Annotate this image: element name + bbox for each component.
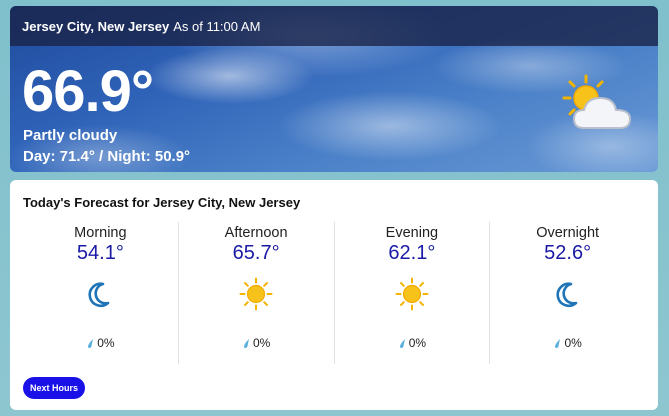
period-label: Morning <box>74 225 127 241</box>
forecast-title: Today's Forecast for Jersey City, New Je… <box>23 195 301 210</box>
precip-value: 0% <box>97 336 115 350</box>
period-temperature: 52.6° <box>544 242 592 264</box>
precip-value: 0% <box>408 336 427 350</box>
todays-forecast-card: Today's Forecast for Jersey City, New Je… <box>10 180 658 410</box>
raindrop-icon <box>88 338 94 348</box>
period-temperature: 62.1° <box>388 242 436 264</box>
precip-chance: 0% <box>23 336 178 350</box>
forecast-period-overnight[interactable]: Overnight 52.6° 0% <box>490 222 645 364</box>
current-temperature: 66.9° <box>22 59 154 124</box>
sun-icon <box>395 277 429 311</box>
current-condition: Partly cloudy <box>23 127 118 144</box>
day-night-temps: Day: 71.4° / Night: 50.9° <box>23 148 191 165</box>
raindrop-icon <box>399 338 405 348</box>
forecast-periods: Morning 54.1° 0% Afternoon 65.7° 0% Even… <box>23 222 645 364</box>
precip-value: 0% <box>252 336 271 350</box>
precip-chance: 0% <box>490 336 645 350</box>
as-of-time: As of 11:00 AM <box>173 18 261 34</box>
location-bar: Jersey City, New Jersey As of 11:00 AM <box>10 6 658 46</box>
forecast-period-morning[interactable]: Morning 54.1° 0% <box>23 222 179 364</box>
precip-value: 0% <box>564 336 582 350</box>
raindrop-icon <box>555 338 561 348</box>
raindrop-icon <box>243 338 249 348</box>
period-label: Evening <box>385 225 439 241</box>
partly-cloudy-icon <box>562 74 632 129</box>
next-hours-button[interactable]: Next Hours <box>23 377 85 399</box>
precip-chance: 0% <box>179 336 334 350</box>
moon-icon <box>88 282 110 308</box>
period-label: Overnight <box>536 225 600 241</box>
moon-icon <box>556 282 577 308</box>
current-conditions-card: Jersey City, New Jersey As of 11:00 AM 6… <box>10 6 658 172</box>
period-label: Afternoon <box>224 225 288 241</box>
forecast-period-evening[interactable]: Evening 62.1° 0% <box>335 222 491 364</box>
forecast-period-afternoon[interactable]: Afternoon 65.7° 0% <box>179 222 335 364</box>
period-temperature: 65.7° <box>232 242 280 264</box>
sun-icon <box>239 277 273 311</box>
precip-chance: 0% <box>335 336 490 350</box>
location-name: Jersey City, New Jersey <box>22 18 170 34</box>
period-temperature: 54.1° <box>76 242 124 264</box>
